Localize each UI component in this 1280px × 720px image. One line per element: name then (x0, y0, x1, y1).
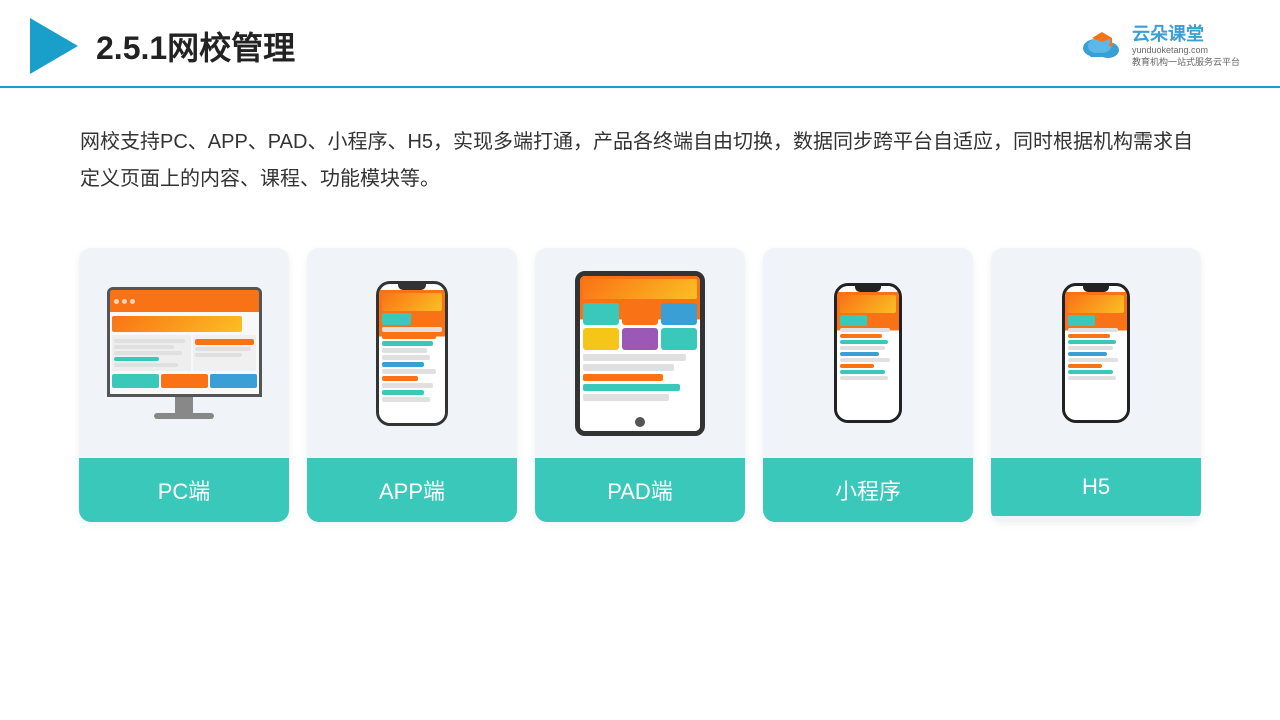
card-pc: PC端 (79, 248, 289, 522)
logo-brand-name: 云朵课堂 (1132, 24, 1204, 46)
logo-area: 云朵课堂 yunduoketang.com 教育机构一站式服务云平台 (1080, 24, 1240, 69)
card-h5-image (991, 248, 1201, 458)
page-title: 2.5.1网校管理 (96, 23, 295, 69)
h5-phone-icon (1062, 283, 1130, 423)
card-app: APP端 (307, 248, 517, 522)
card-pad-label: PAD端 (535, 458, 745, 522)
card-pad: PAD端 (535, 248, 745, 522)
card-miniprogram-label: 小程序 (763, 458, 973, 522)
card-miniprogram-image (763, 248, 973, 458)
card-h5: H5 (991, 248, 1201, 522)
app-phone-icon (376, 281, 448, 426)
card-pad-image (535, 248, 745, 458)
platform-cards: PC端 (0, 228, 1280, 552)
logo-url: yunduoketang.com (1132, 45, 1208, 57)
card-pc-image (79, 248, 289, 458)
description-text: 网校支持PC、APP、PAD、小程序、H5，实现多端打通，产品各终端自由切换，数… (0, 88, 1280, 218)
card-pc-label: PC端 (79, 458, 289, 522)
logo-tagline: 教育机构一站式服务云平台 (1132, 57, 1240, 69)
card-app-image (307, 248, 517, 458)
header-right: 云朵课堂 yunduoketang.com 教育机构一站式服务云平台 (1080, 24, 1240, 69)
card-h5-label: H5 (991, 458, 1201, 516)
description-paragraph: 网校支持PC、APP、PAD、小程序、H5，实现多端打通，产品各终端自由切换，数… (80, 124, 1200, 198)
header-left: 2.5.1网校管理 (30, 18, 295, 74)
card-app-label: APP端 (307, 458, 517, 522)
play-icon (30, 18, 78, 74)
cloud-logo-icon (1080, 28, 1124, 64)
pad-tablet-icon (575, 271, 705, 436)
pc-monitor-icon (104, 287, 264, 419)
page-header: 2.5.1网校管理 云朵课堂 yunduoketang.com 教育机构一站式服… (0, 0, 1280, 88)
card-miniprogram: 小程序 (763, 248, 973, 522)
miniprogram-phone-icon (834, 283, 902, 423)
logo-text: 云朵课堂 yunduoketang.com 教育机构一站式服务云平台 (1132, 24, 1240, 69)
